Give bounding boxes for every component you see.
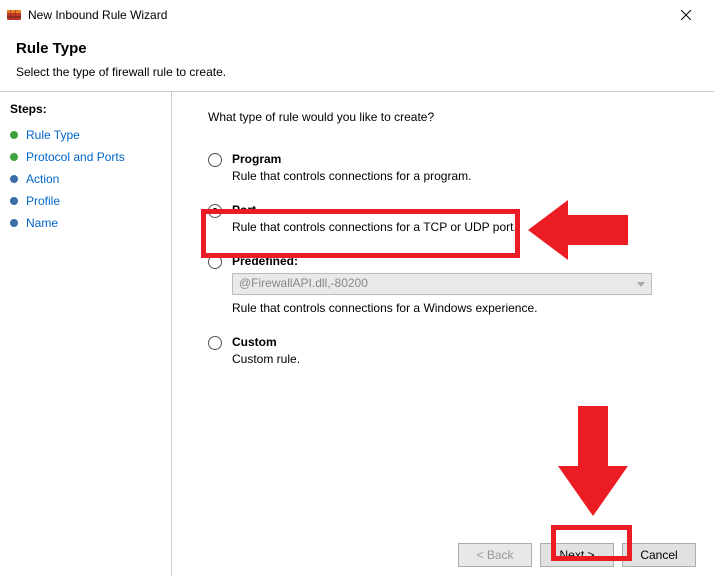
option-title: Port [232,203,256,217]
page-subtitle: Select the type of firewall rule to crea… [16,65,698,79]
close-button[interactable] [666,1,706,29]
step-rule-type[interactable]: Rule Type [10,124,171,146]
step-action[interactable]: Action [10,168,171,190]
steps-sidebar: Steps: Rule Type Protocol and Ports Acti… [0,92,172,576]
step-label: Rule Type [26,128,80,142]
option-port[interactable]: Port Rule that controls connections for … [208,197,694,248]
bullet-icon [10,175,18,183]
step-protocol-ports[interactable]: Protocol and Ports [10,146,171,168]
radio-port[interactable] [208,204,222,218]
step-profile[interactable]: Profile [10,190,171,212]
wizard-header: Rule Type Select the type of firewall ru… [0,30,714,92]
back-button: < Back [458,543,532,567]
option-title: Program [232,152,281,166]
bullet-icon [10,153,18,161]
main-panel: What type of rule would you like to crea… [172,92,714,576]
content-area: Steps: Rule Type Protocol and Ports Acti… [0,92,714,576]
option-desc: Rule that controls connections for a pro… [232,169,694,183]
options-group: Program Rule that controls connections f… [208,146,694,380]
bullet-icon [10,197,18,205]
predefined-select[interactable]: @FirewallAPI.dll,-80200 [232,273,652,295]
option-title: Predefined: [232,254,298,268]
option-program[interactable]: Program Rule that controls connections f… [208,146,694,197]
step-label: Protocol and Ports [26,150,125,164]
page-title: Rule Type [16,40,698,57]
bullet-icon [10,219,18,227]
next-button[interactable]: Next > [540,543,614,567]
option-desc: Custom rule. [232,352,694,366]
option-desc: Rule that controls connections for a Win… [232,301,694,315]
step-label: Name [26,216,58,230]
step-label: Profile [26,194,60,208]
option-predefined[interactable]: Predefined: @FirewallAPI.dll,-80200 Rule… [208,248,694,329]
radio-predefined[interactable] [208,255,222,269]
bullet-icon [10,131,18,139]
select-value: @FirewallAPI.dll,-80200 [239,276,368,290]
radio-program[interactable] [208,153,222,167]
steps-list: Rule Type Protocol and Ports Action Prof… [10,124,171,234]
firewall-icon [6,7,22,23]
step-name[interactable]: Name [10,212,171,234]
option-title: Custom [232,335,277,349]
close-icon [681,10,691,20]
window-title: New Inbound Rule Wizard [28,8,666,22]
option-custom[interactable]: Custom Custom rule. [208,329,694,380]
step-label: Action [26,172,59,186]
wizard-buttons: < Back Next > Cancel [458,543,696,567]
steps-label: Steps: [10,102,171,116]
option-desc: Rule that controls connections for a TCP… [232,220,694,234]
radio-custom[interactable] [208,336,222,350]
cancel-button[interactable]: Cancel [622,543,696,567]
question-text: What type of rule would you like to crea… [208,110,694,124]
titlebar: New Inbound Rule Wizard [0,0,714,30]
